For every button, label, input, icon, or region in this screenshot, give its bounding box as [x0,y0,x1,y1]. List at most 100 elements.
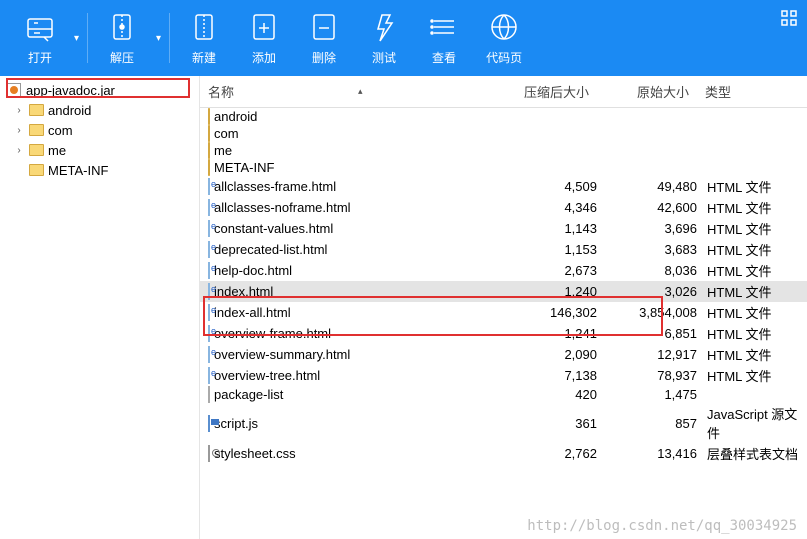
list-header: 名称 ▴ 压缩后大小 原始大小 类型 [200,76,807,108]
new-label: 新建 [192,49,216,66]
tree-item-label: android [48,103,91,118]
file-type: HTML 文件 [697,282,807,301]
tree-item[interactable]: › android [0,100,199,120]
view-label: 查看 [432,49,456,66]
list-row[interactable]: android [200,108,807,125]
folder-icon [28,142,44,158]
test-button[interactable]: 测试 [354,3,414,74]
file-name: android [214,109,257,124]
expand-icon[interactable]: › [14,105,24,116]
file-type: HTML 文件 [697,366,807,385]
list-row[interactable]: help-doc.html2,6738,036HTML 文件 [200,260,807,281]
file-compressed: 361 [497,416,597,431]
add-label: 添加 [252,49,276,66]
folder-icon [28,102,44,118]
file-compressed: 2,090 [497,347,597,362]
list-row[interactable]: deprecated-list.html 1,1533,683HTML 文件 [200,239,807,260]
expand-icon[interactable]: › [14,125,24,136]
col-name[interactable]: 名称 ▴ [200,80,497,103]
file-name: help-doc.html [214,263,292,278]
file-name: com [214,126,239,141]
file-name: stylesheet.css [214,446,296,461]
file-list: 名称 ▴ 压缩后大小 原始大小 类型 androidcommeMETA-INFa… [200,76,807,539]
file-type: 层叠样式表文档 [697,444,807,463]
list-row[interactable]: com [200,125,807,142]
list-row[interactable]: stylesheet.css2,76213,416层叠样式表文档 [200,443,807,464]
file-type: JavaScript 源文件 [697,404,807,442]
codepage-label: 代码页 [486,49,522,66]
new-button[interactable]: 新建 [174,3,234,74]
folder-icon [208,126,210,141]
list-row[interactable]: allclasses-noframe.html4,34642,600HTML 文… [200,197,807,218]
add-button[interactable]: 添加 [234,3,294,74]
list-row[interactable]: META-INF [200,159,807,176]
folder-icon [208,109,210,124]
test-label: 测试 [372,49,396,66]
file-type: HTML 文件 [697,261,807,280]
file-compressed: 1,143 [497,221,597,236]
expand-icon[interactable]: › [14,145,24,156]
file-type: HTML 文件 [697,324,807,343]
html-icon [208,263,210,278]
file-original: 857 [597,416,697,431]
file-original: 1,475 [597,387,697,402]
js-icon [208,416,210,431]
file-original: 13,416 [597,446,697,461]
file-name: overview-tree.html [214,368,320,383]
file-name: me [214,143,232,158]
extract-button[interactable]: 解压 [92,3,152,74]
file-compressed: 4,346 [497,200,597,215]
list-row[interactable]: me [200,142,807,159]
tree-item[interactable]: META-INF [0,160,199,180]
list-row[interactable]: constant-values.html1,1433,696HTML 文件 [200,218,807,239]
extract-dropdown[interactable]: ▾ [152,33,165,44]
file-name: deprecated-list.html [214,242,327,257]
file-compressed: 7,138 [497,368,597,383]
file-original: 78,937 [597,368,697,383]
file-type: HTML 文件 [697,240,807,259]
file-original: 3,683 [597,242,697,257]
col-original[interactable]: 原始大小 [597,80,697,103]
sort-arrow-icon: ▴ [358,86,363,97]
tree-item-label: me [48,143,66,158]
file-original: 12,917 [597,347,697,362]
tree-item[interactable]: › com [0,120,199,140]
tree-item[interactable]: › me [0,140,199,160]
list-row[interactable]: overview-summary.html2,09012,917HTML 文件 [200,344,807,365]
file-type: HTML 文件 [697,219,807,238]
col-compressed[interactable]: 压缩后大小 [497,80,597,103]
file-compressed: 1,153 [497,242,597,257]
open-label: 打开 [28,49,52,66]
highlight-index [203,296,663,336]
folder-icon [28,122,44,138]
file-compressed: 4,509 [497,179,597,194]
grid-view-icon[interactable] [781,10,797,26]
file-name: constant-values.html [214,221,333,236]
file-type: HTML 文件 [697,198,807,217]
list-row[interactable]: allclasses-frame.html 4,50949,480HTML 文件 [200,176,807,197]
css-icon [208,446,210,461]
folder-icon [208,143,210,158]
view-button[interactable]: 查看 [414,3,474,74]
list-row[interactable]: script.js361857JavaScript 源文件 [200,403,807,443]
codepage-button[interactable]: 代码页 [474,3,534,74]
html-icon [208,200,210,215]
file-type: HTML 文件 [697,345,807,364]
open-button[interactable]: 打开 [10,3,70,74]
file-name: allclasses-noframe.html [214,200,351,215]
open-dropdown[interactable]: ▾ [70,33,83,44]
delete-label: 删除 [312,49,336,66]
delete-button[interactable]: 删除 [294,3,354,74]
tree-panel: app-javadoc.jar ›android›com›meMETA-INF [0,76,200,539]
file-name: META-INF [214,160,274,175]
watermark: http://blog.csdn.net/qq_30034925 [527,518,797,534]
extract-label: 解压 [110,49,134,66]
list-row[interactable]: overview-tree.html 7,13878,937HTML 文件 [200,365,807,386]
file-original: 8,036 [597,263,697,278]
list-row[interactable]: package-list4201,475 [200,386,807,403]
file-name: allclasses-frame.html [214,179,336,194]
col-type[interactable]: 类型 [697,80,807,103]
tree-item-label: com [48,123,73,138]
file-type: HTML 文件 [697,177,807,196]
file-original: 49,480 [597,179,697,194]
